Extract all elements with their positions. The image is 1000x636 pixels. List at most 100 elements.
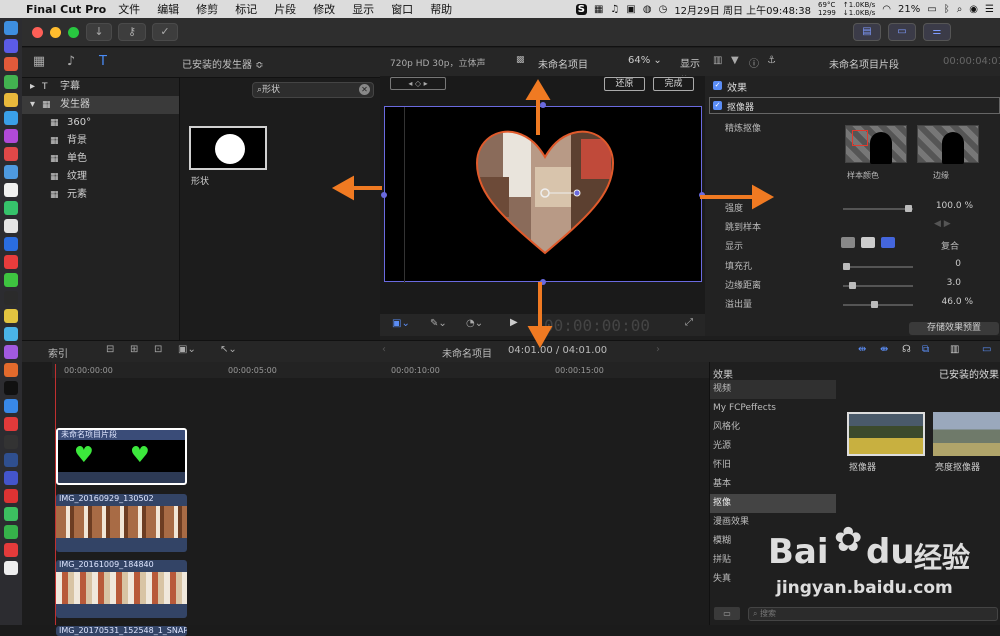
strength-slider-knob[interactable] xyxy=(905,205,912,212)
dock-app-icon[interactable] xyxy=(4,327,18,341)
insert-clip-icon[interactable]: ⊞ xyxy=(130,344,138,355)
dock-app-icon[interactable] xyxy=(4,21,18,35)
zoom-button[interactable] xyxy=(68,27,79,38)
titles-generators-icon[interactable]: T xyxy=(94,54,112,70)
background-tasks-button[interactable]: ✓ xyxy=(152,23,178,41)
effects-category[interactable]: My FCPeffects xyxy=(710,399,836,418)
dock-app-icon[interactable] xyxy=(4,345,18,359)
layout-browser-button[interactable]: ▤ xyxy=(853,23,881,41)
dock-app-icon[interactable] xyxy=(4,399,18,413)
dock-app-icon[interactable] xyxy=(4,273,18,287)
effects-tool-icon[interactable]: ✎⌄ xyxy=(430,318,447,329)
restore-button[interactable]: 还原 xyxy=(604,77,645,91)
import-button[interactable]: ↓ xyxy=(86,23,112,41)
heart-mask-image[interactable] xyxy=(385,107,703,283)
layout-timeline-button[interactable]: ▭ xyxy=(888,23,916,41)
left-center-handle[interactable] xyxy=(381,192,387,198)
photo-clip[interactable]: IMG_20160929_130502 xyxy=(56,494,187,552)
play-icon[interactable]: ▶ xyxy=(510,317,518,328)
dock-app-icon[interactable] xyxy=(4,93,18,107)
sync-icon[interactable]: ◍ xyxy=(643,4,652,15)
dock-app-icon[interactable] xyxy=(4,165,18,179)
menu-help[interactable]: 帮助 xyxy=(430,1,452,17)
battery-status[interactable]: 21% xyxy=(898,4,920,15)
spill-level-slider[interactable] xyxy=(843,301,913,308)
bottom-center-handle[interactable] xyxy=(540,279,546,285)
sidebar-item-generators[interactable]: ▾ ▦ 发生器 xyxy=(22,96,179,114)
jump-prev-icon[interactable]: ◀ ▶ xyxy=(934,219,951,229)
user-icon[interactable]: ◉ xyxy=(969,4,978,15)
dock-app-icon[interactable] xyxy=(4,417,18,431)
timecode-display[interactable]: 00:00:00:00 xyxy=(544,316,650,335)
menu-clip[interactable]: 片段 xyxy=(274,1,296,17)
keyer-checkbox[interactable]: ✓ xyxy=(713,101,722,110)
strength-slider[interactable] xyxy=(843,205,913,212)
grid-icon[interactable]: ▦ xyxy=(594,4,603,15)
shapes-generator-thumbnail[interactable] xyxy=(189,126,267,170)
overwrite-clip-icon[interactable]: ▣⌄ xyxy=(178,344,196,355)
effects-category[interactable]: 基本 xyxy=(710,475,836,494)
back-icon[interactable]: ‹ xyxy=(382,344,386,355)
sample-color-well[interactable] xyxy=(845,125,907,164)
effects-category[interactable]: 光源 xyxy=(710,437,836,456)
dock-app-icon[interactable] xyxy=(4,129,18,143)
generators-source-dropdown[interactable]: 已安装的发生器 ≎ xyxy=(182,56,264,71)
view-original-icon[interactable] xyxy=(881,237,895,248)
disclosure-down-icon[interactable]: ▾ xyxy=(30,96,35,114)
edge-distance-value[interactable]: 3.0 xyxy=(901,278,961,288)
music-icon[interactable]: ♫ xyxy=(610,4,619,15)
disclosure-right-icon[interactable]: ▸ xyxy=(30,78,35,96)
effects-category-selected[interactable]: 抠像 xyxy=(710,494,836,513)
done-button[interactable]: 完成 xyxy=(653,77,694,91)
fill-holes-slider-knob[interactable] xyxy=(843,263,850,270)
forward-icon[interactable]: › xyxy=(656,344,660,355)
spill-level-value[interactable]: 46.0 % xyxy=(913,297,973,307)
spotlight-icon[interactable]: ⌕ xyxy=(957,4,963,15)
sidebar-item-elements[interactable]: ▦ 元素 xyxy=(22,186,179,204)
timeline-ruler[interactable]: 00:00:00:00 00:00:05:00 00:00:10:00 00:0… xyxy=(52,362,709,378)
net-status[interactable]: ↑1.0KB/s ↓1.0KB/s xyxy=(843,1,875,17)
menu-window[interactable]: 窗口 xyxy=(391,1,413,17)
view-composite-icon[interactable] xyxy=(841,237,855,248)
dock-app-icon[interactable] xyxy=(4,219,18,233)
effects-category[interactable]: 怀旧 xyxy=(710,456,836,475)
dock-app-icon[interactable] xyxy=(4,435,18,449)
dock-app-icon[interactable] xyxy=(4,57,18,71)
dock-app-icon[interactable] xyxy=(4,543,18,557)
photo-audio-icon[interactable]: ♪ xyxy=(62,54,80,70)
color-inspector-icon[interactable]: ▼ xyxy=(731,55,739,66)
dock-app-icon[interactable] xyxy=(4,237,18,251)
share-inspector-icon[interactable]: ⚓ xyxy=(767,55,776,66)
snapping-icon[interactable]: ⇼ xyxy=(880,344,888,355)
effects-browser-icon[interactable]: ▭ xyxy=(982,344,991,355)
menu-trim[interactable]: 修剪 xyxy=(196,1,218,17)
compound-clip[interactable]: 未命名项目片段 ♥ ♥ xyxy=(56,428,187,485)
photo-clip[interactable]: IMG_20170531_152548_1_SNAP xyxy=(56,626,187,636)
menu-mark[interactable]: 标记 xyxy=(235,1,257,17)
canvas[interactable] xyxy=(384,106,703,283)
menu-view[interactable]: 显示 xyxy=(352,1,374,17)
append-clip-icon[interactable]: ⊡ xyxy=(154,344,162,355)
skimming-icon[interactable]: ⇹ xyxy=(858,344,866,355)
dock-app-icon[interactable] xyxy=(4,471,18,485)
clock-status-icon[interactable]: ◷ xyxy=(659,4,668,15)
dock-app-icon[interactable] xyxy=(4,111,18,125)
dock-app-icon[interactable] xyxy=(4,147,18,161)
dock-app-icon[interactable] xyxy=(4,309,18,323)
solo-icon[interactable]: ⧉ xyxy=(922,344,929,355)
keywords-button[interactable]: ⚷ xyxy=(118,23,146,41)
close-button[interactable] xyxy=(32,27,43,38)
sidebar-item-textures[interactable]: ▦ 纹理 xyxy=(22,168,179,186)
menu-edit[interactable]: 编辑 xyxy=(157,1,179,17)
sidebar-item-360[interactable]: ▦ 360° xyxy=(22,114,179,132)
search-input[interactable]: ⌕形状 ✕ xyxy=(252,82,374,98)
photo-clip[interactable]: IMG_20161009_184840 xyxy=(56,560,187,618)
dock-app-icon[interactable] xyxy=(4,201,18,215)
frame-step-controls[interactable]: ◂ ◇ ▸ xyxy=(390,77,446,90)
luma-keyer-thumbnail[interactable] xyxy=(933,412,1000,456)
dock-app-icon[interactable] xyxy=(4,561,18,575)
sidebar-item-backgrounds[interactable]: ▦ 背景 xyxy=(22,132,179,150)
wifi-icon[interactable]: ◠ xyxy=(882,4,891,15)
effects-category[interactable]: 风格化 xyxy=(710,418,836,437)
dock-app-icon[interactable] xyxy=(4,381,18,395)
